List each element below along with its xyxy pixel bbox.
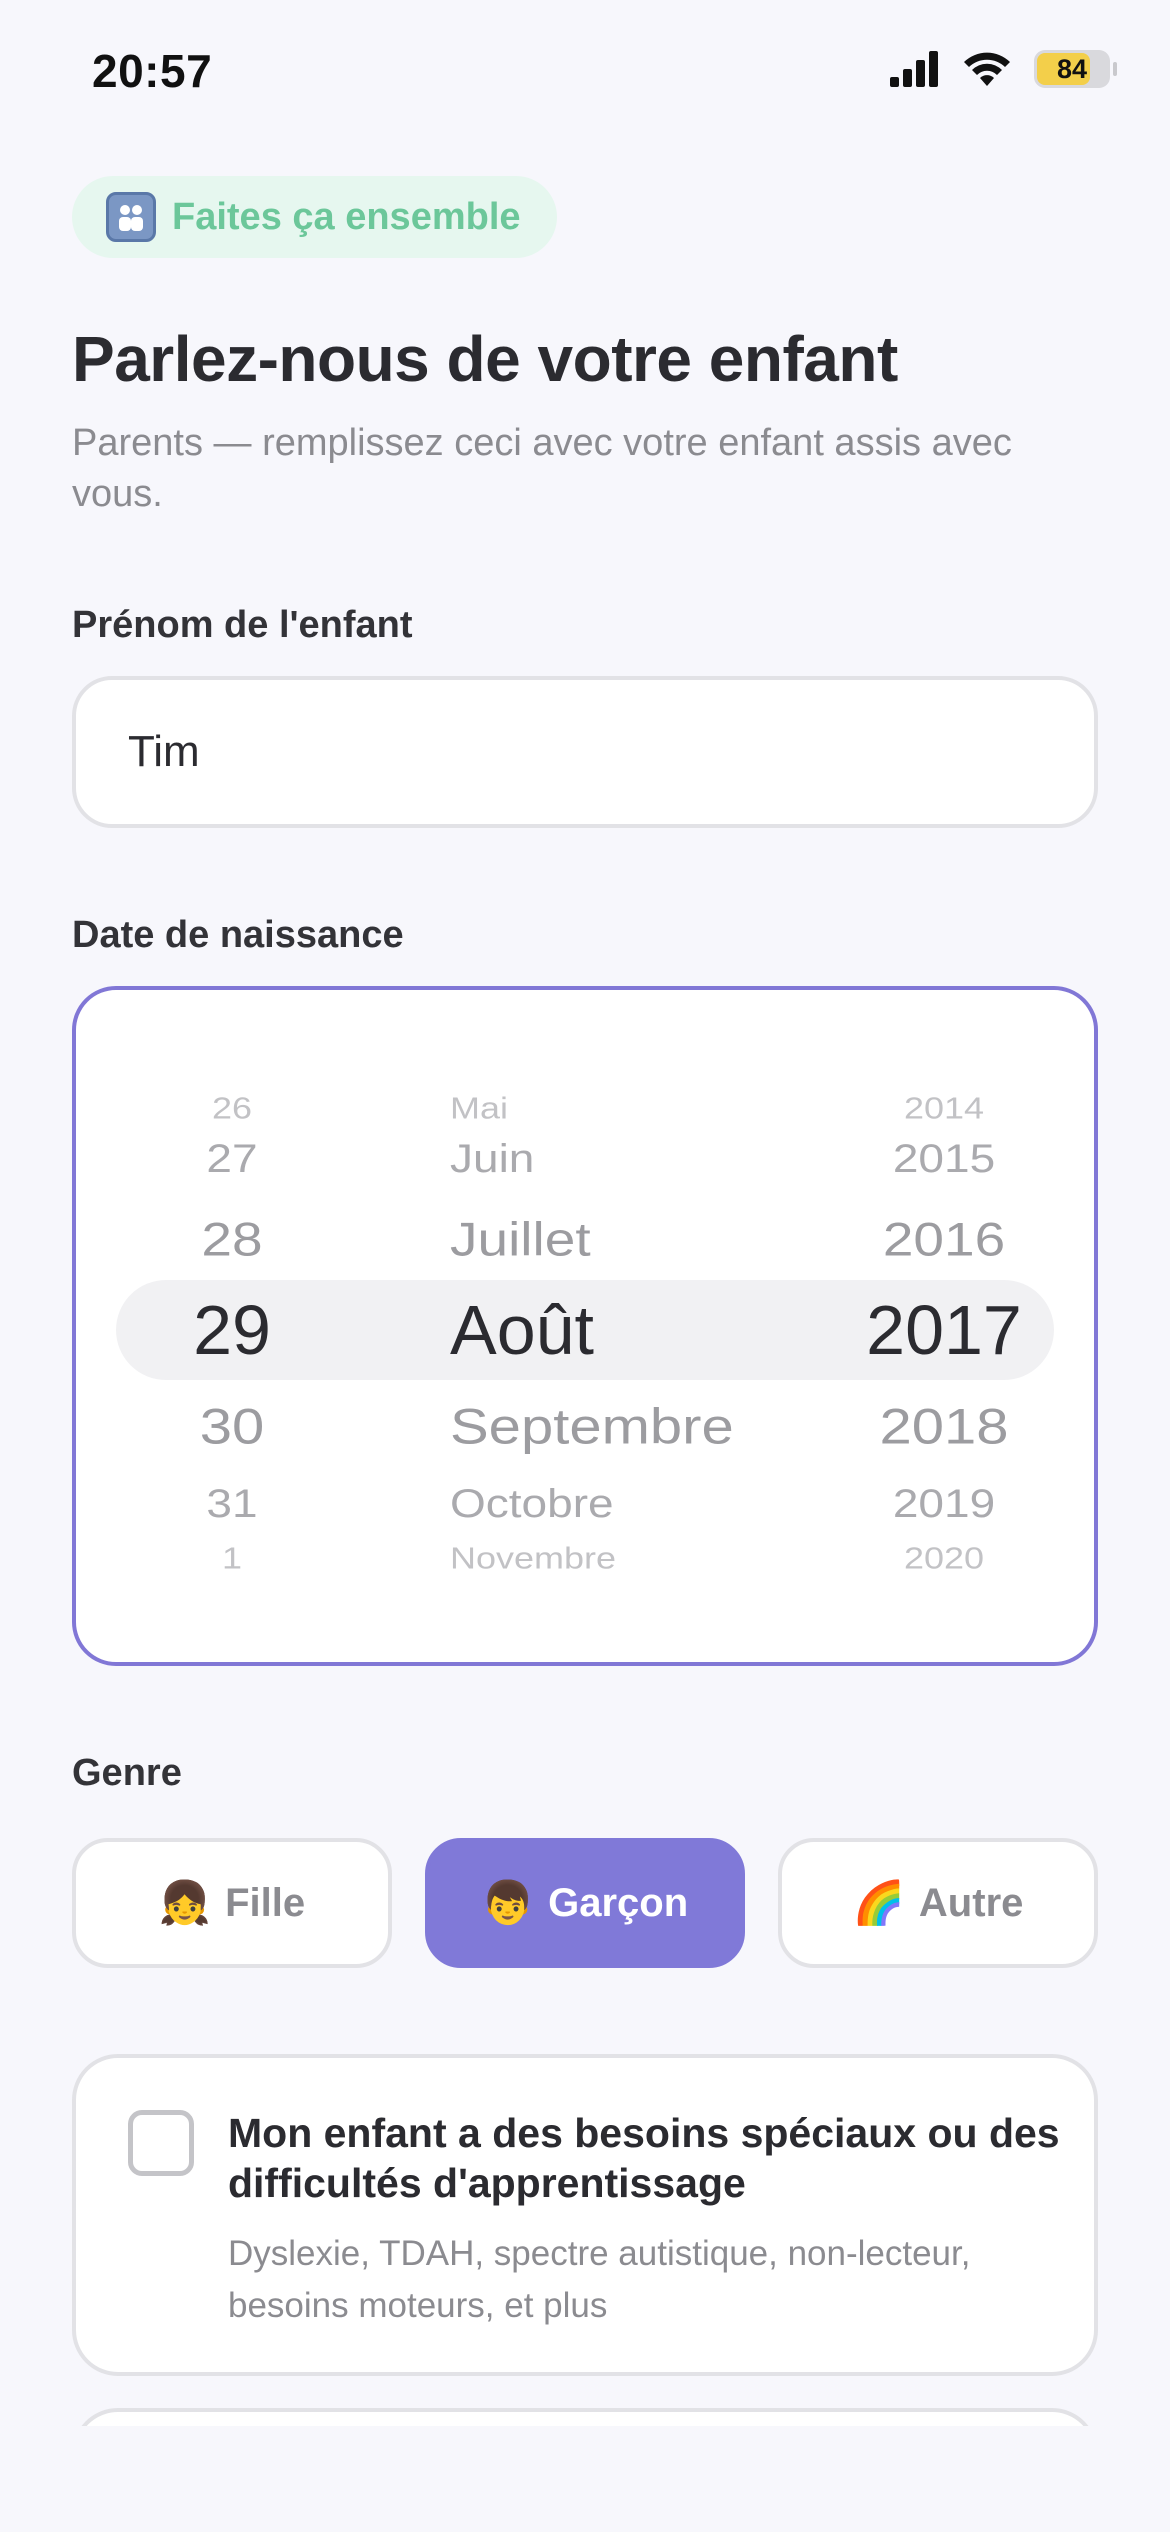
day-item[interactable]: 1	[222, 1542, 242, 1574]
year-item[interactable]: 2016	[883, 1215, 1005, 1263]
first-name-label: Prénom de l'enfant	[72, 604, 413, 646]
month-item[interactable]: Août	[450, 1295, 594, 1365]
year-item[interactable]: 2015	[893, 1138, 995, 1178]
month-item[interactable]: Octobre	[450, 1483, 614, 1523]
together-badge: Faites ça ensemble	[72, 176, 557, 258]
bottom-fade	[0, 2426, 1170, 2532]
battery-level: 84	[1056, 53, 1088, 84]
boy-emoji-icon: 👦	[481, 1878, 535, 1926]
month-item[interactable]: Mai	[450, 1092, 508, 1124]
first-name-input[interactable]: Tim	[72, 676, 1098, 828]
battery-icon: 84	[1034, 50, 1117, 88]
family-icon	[106, 192, 156, 242]
special-needs-checkbox[interactable]	[128, 2110, 194, 2176]
year-item[interactable]: 2018	[879, 1402, 1008, 1452]
badge-label: Faites ça ensemble	[172, 195, 521, 238]
gender-boy-button[interactable]: 👦 Garçon	[425, 1838, 745, 1968]
month-item[interactable]: Septembre	[450, 1402, 734, 1452]
status-icons: 84	[890, 50, 1117, 88]
month-item[interactable]: Juillet	[450, 1215, 591, 1263]
birthdate-label: Date de naissance	[72, 914, 404, 956]
year-wheel[interactable]: 2014 2015 2016 2017 2018 2019 2020	[756, 990, 1094, 1662]
special-needs-title: Mon enfant a des besoins spéciaux ou des…	[228, 2110, 1060, 2206]
page-subtitle: Parents — remplissez ceci avec votre enf…	[72, 422, 1012, 515]
special-needs-card[interactable]: Mon enfant a des besoins spéciaux ou des…	[72, 2054, 1098, 2376]
gender-other-label: Autre	[918, 1880, 1024, 1925]
page-title: Parlez-nous de votre enfant	[72, 323, 898, 395]
day-item[interactable]: 26	[212, 1092, 252, 1124]
day-item[interactable]: 31	[206, 1483, 257, 1523]
cellular-signal-icon	[890, 51, 938, 87]
special-needs-description: Dyslexie, TDAH, spectre autistique, non-…	[228, 2234, 971, 2325]
wifi-icon	[964, 52, 1010, 86]
gender-label: Genre	[72, 1752, 182, 1794]
gender-boy-label: Garçon	[548, 1880, 689, 1925]
year-item[interactable]: 2020	[904, 1542, 984, 1574]
year-item[interactable]: 2014	[904, 1092, 984, 1124]
month-item[interactable]: Novembre	[450, 1542, 616, 1574]
birthdate-picker[interactable]: 26 27 28 29 30 31 1 Mai Juin Juillet Août Septembr…	[72, 986, 1098, 1666]
girl-emoji-icon: 👧	[158, 1878, 212, 1926]
rainbow-emoji-icon: 🌈	[852, 1878, 905, 1926]
first-name-value: Tim	[128, 727, 200, 776]
day-item[interactable]: 28	[201, 1215, 262, 1263]
day-wheel[interactable]: 26 27 28 29 30 31 1	[76, 990, 336, 1662]
day-item[interactable]: 29	[193, 1295, 271, 1365]
gender-other-button[interactable]: 🌈 Autre	[778, 1838, 1098, 1968]
month-item[interactable]: Juin	[450, 1138, 534, 1178]
onboarding-screen: 20:57 84 Faites ça ensemble Parlez-nous …	[0, 0, 1170, 2532]
day-item[interactable]: 30	[200, 1402, 265, 1452]
gender-girl-button[interactable]: 👧 Fille	[72, 1838, 392, 1968]
month-wheel[interactable]: Mai Juin Juillet Août Septembre Octobre Novemb…	[336, 990, 756, 1662]
year-item[interactable]: 2019	[893, 1483, 995, 1523]
day-item[interactable]: 27	[206, 1138, 257, 1178]
year-item[interactable]: 2017	[866, 1295, 1022, 1365]
status-time: 20:57	[92, 45, 213, 97]
gender-girl-label: Fille	[225, 1880, 306, 1925]
